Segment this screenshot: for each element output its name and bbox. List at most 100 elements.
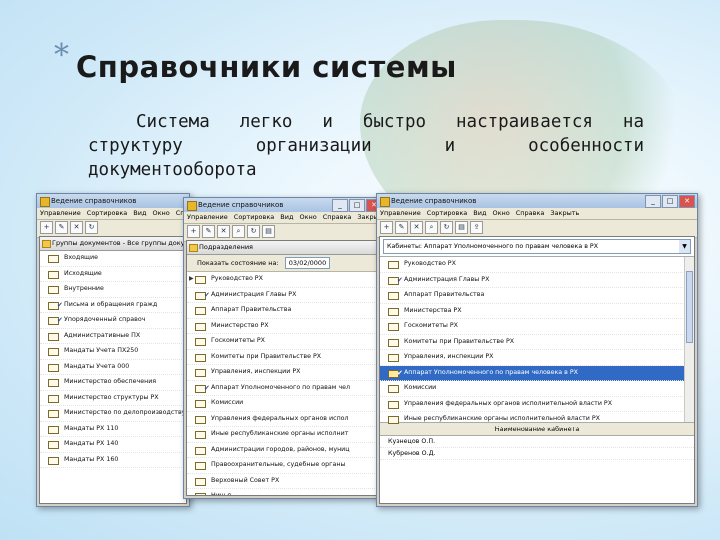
- menu-item[interactable]: Окно: [492, 209, 509, 217]
- cabinet-row[interactable]: Кузнецов О.П.: [380, 436, 694, 448]
- list-item[interactable]: Административные ПХ: [40, 329, 186, 344]
- menu-item[interactable]: Окно: [299, 213, 316, 221]
- edit-icon[interactable]: ✎: [202, 225, 215, 238]
- refresh-icon[interactable]: ↻: [440, 221, 453, 234]
- new-icon[interactable]: +: [380, 221, 393, 234]
- refresh-icon[interactable]: ↻: [85, 221, 98, 234]
- menu-item[interactable]: Вид: [473, 209, 486, 217]
- list-item-label: Руководство РХ: [404, 260, 456, 267]
- menu-item[interactable]: Управление: [187, 213, 228, 221]
- maximize-button[interactable]: □: [662, 195, 678, 208]
- print-icon[interactable]: ▤: [455, 221, 468, 234]
- list-item[interactable]: Мандаты Учета ПХ250: [40, 344, 186, 360]
- window-offices[interactable]: Ведение справочников _ □ ✕ Управление Сор…: [376, 193, 698, 507]
- menu-item[interactable]: Вид: [133, 209, 146, 217]
- delete-icon[interactable]: ✕: [217, 225, 230, 238]
- list-item[interactable]: ✔ Письма и обращения гражд: [40, 298, 186, 313]
- list-item[interactable]: Аппарат Правительства: [380, 288, 685, 304]
- list-item[interactable]: Управления, инспекции РХ: [187, 365, 381, 381]
- list-item[interactable]: Руководство РХ: [380, 257, 685, 273]
- vertical-scrollbar[interactable]: [684, 257, 694, 422]
- list-item-label: Мандаты РХ 140: [64, 440, 119, 447]
- list-item[interactable]: Ничья: [187, 489, 381, 495]
- list-item[interactable]: Госкомитеты РХ: [187, 334, 381, 350]
- refresh-icon[interactable]: ↻: [247, 225, 260, 238]
- list-item[interactable]: ✔ Администрация Главы РХ: [380, 273, 685, 288]
- new-icon[interactable]: +: [40, 221, 53, 234]
- edit-icon[interactable]: ✎: [55, 221, 68, 234]
- list-item[interactable]: Министерство обеспечения: [40, 375, 186, 391]
- scrollbar-thumb[interactable]: [686, 271, 693, 343]
- folder-icon: [195, 400, 206, 408]
- list-item[interactable]: Входящие: [40, 251, 186, 267]
- window-titlebar[interactable]: Ведение справочников _ □ ✕: [377, 194, 697, 208]
- list-item[interactable]: Комитеты при Правительстве РХ: [380, 335, 685, 350]
- date-input[interactable]: 03/02/0000: [284, 257, 331, 269]
- list-item[interactable]: Внутренние: [40, 282, 186, 298]
- new-icon[interactable]: +: [187, 225, 200, 238]
- cabinet-row[interactable]: Кубренов О.Д.: [380, 448, 694, 460]
- window-titlebar[interactable]: Ведение справочников: [37, 194, 189, 208]
- list-item[interactable]: Комитеты при Правительстве РХ: [187, 350, 381, 365]
- folder-icon: [388, 354, 399, 362]
- list-item[interactable]: Управления, инспекции РХ: [380, 350, 685, 366]
- menu-item[interactable]: Управление: [40, 209, 81, 217]
- list-item[interactable]: Мандаты РХ 140: [40, 437, 186, 453]
- chevron-down-icon[interactable]: ▼: [679, 240, 690, 253]
- menu-item[interactable]: Сортировка: [87, 209, 128, 217]
- menu-item[interactable]: Справка: [323, 213, 352, 221]
- menu-item[interactable]: Справка: [516, 209, 545, 217]
- window-titlebar[interactable]: Ведение справочников _ □ ✕: [184, 198, 384, 212]
- export-icon[interactable]: ⇪: [470, 221, 483, 234]
- list-item[interactable]: Мандаты РХ 110: [40, 422, 186, 437]
- list-item[interactable]: Министерство РХ: [187, 319, 381, 334]
- menu-item[interactable]: Закрыть: [550, 209, 579, 217]
- list-item[interactable]: ✔ Аппарат Уполномоченного по правам чел: [187, 381, 381, 396]
- list-item[interactable]: Иные республиканские органы исполнит: [187, 427, 381, 443]
- list-item-label: Внутренние: [64, 285, 104, 292]
- list-item[interactable]: Аппарат Правительства: [187, 303, 381, 319]
- list-item[interactable]: ✔ Упорядоченный справоч: [40, 313, 186, 329]
- delete-icon[interactable]: ✕: [410, 221, 423, 234]
- list-item[interactable]: Верховный Совет РХ: [187, 474, 381, 489]
- list-item[interactable]: Министерства РХ: [380, 304, 685, 319]
- folder-icon: [48, 410, 59, 418]
- list-item[interactable]: Мандаты РХ 160: [40, 453, 186, 468]
- menu-item[interactable]: Сортировка: [234, 213, 275, 221]
- menu-item[interactable]: Вид: [280, 213, 293, 221]
- maximize-button[interactable]: □: [349, 199, 365, 212]
- print-icon[interactable]: ▤: [262, 225, 275, 238]
- list-item[interactable]: Госкомитеты РХ: [380, 319, 685, 335]
- list-item[interactable]: Иные республиканские органы исполнительн…: [380, 412, 685, 428]
- list-item[interactable]: ▶ Руководство РХ: [187, 272, 381, 288]
- list-item[interactable]: Мандаты Учета 000: [40, 360, 186, 375]
- menu-item[interactable]: Окно: [152, 209, 169, 217]
- minimize-button[interactable]: _: [645, 195, 661, 208]
- folder-icon: [195, 322, 206, 331]
- window-document-groups[interactable]: Ведение справочников Управление Сортировк…: [36, 193, 190, 507]
- list-item-label: Верховный Совет РХ: [211, 476, 280, 484]
- list-item[interactable]: Управления федеральных органов исполните…: [380, 397, 685, 412]
- menu-item[interactable]: Управление: [380, 209, 421, 217]
- minimize-button[interactable]: _: [332, 199, 348, 212]
- list-item[interactable]: Министерство структуры РХ: [40, 391, 186, 406]
- list-item[interactable]: Исходящие: [40, 267, 186, 282]
- delete-icon[interactable]: ✕: [70, 221, 83, 234]
- list-item[interactable]: ✔ Администрация Главы РХ: [187, 288, 381, 303]
- list-item[interactable]: Комиссии: [380, 381, 685, 397]
- edit-icon[interactable]: ✎: [395, 221, 408, 234]
- list-item-label: Министерство структуры РХ: [64, 393, 159, 401]
- menu-item[interactable]: Сортировка: [427, 209, 468, 217]
- list-item[interactable]: Правоохранительные, судебные органы: [187, 458, 381, 474]
- list-item[interactable]: Министерство по делопроизводству: [40, 406, 186, 422]
- list-item[interactable]: Комиссии: [187, 396, 381, 412]
- list-item[interactable]: Управления федеральных органов испол: [187, 412, 381, 427]
- close-button[interactable]: ✕: [679, 195, 695, 208]
- list-item-label: Комиссии: [211, 399, 244, 406]
- offices-combobox[interactable]: Кабинеты: Аппарат Уполномоченного по пра…: [383, 239, 691, 254]
- window-departments[interactable]: Ведение справочников _ □ ✕ Управление Сор…: [183, 197, 385, 499]
- list-item[interactable]: Администрации городов, районов, муниц: [187, 443, 381, 458]
- list-item[interactable]: ✔ Аппарат Уполномоченного по правам челов…: [380, 365, 685, 381]
- find-icon[interactable]: ⌕: [232, 225, 245, 238]
- find-icon[interactable]: ⌕: [425, 221, 438, 234]
